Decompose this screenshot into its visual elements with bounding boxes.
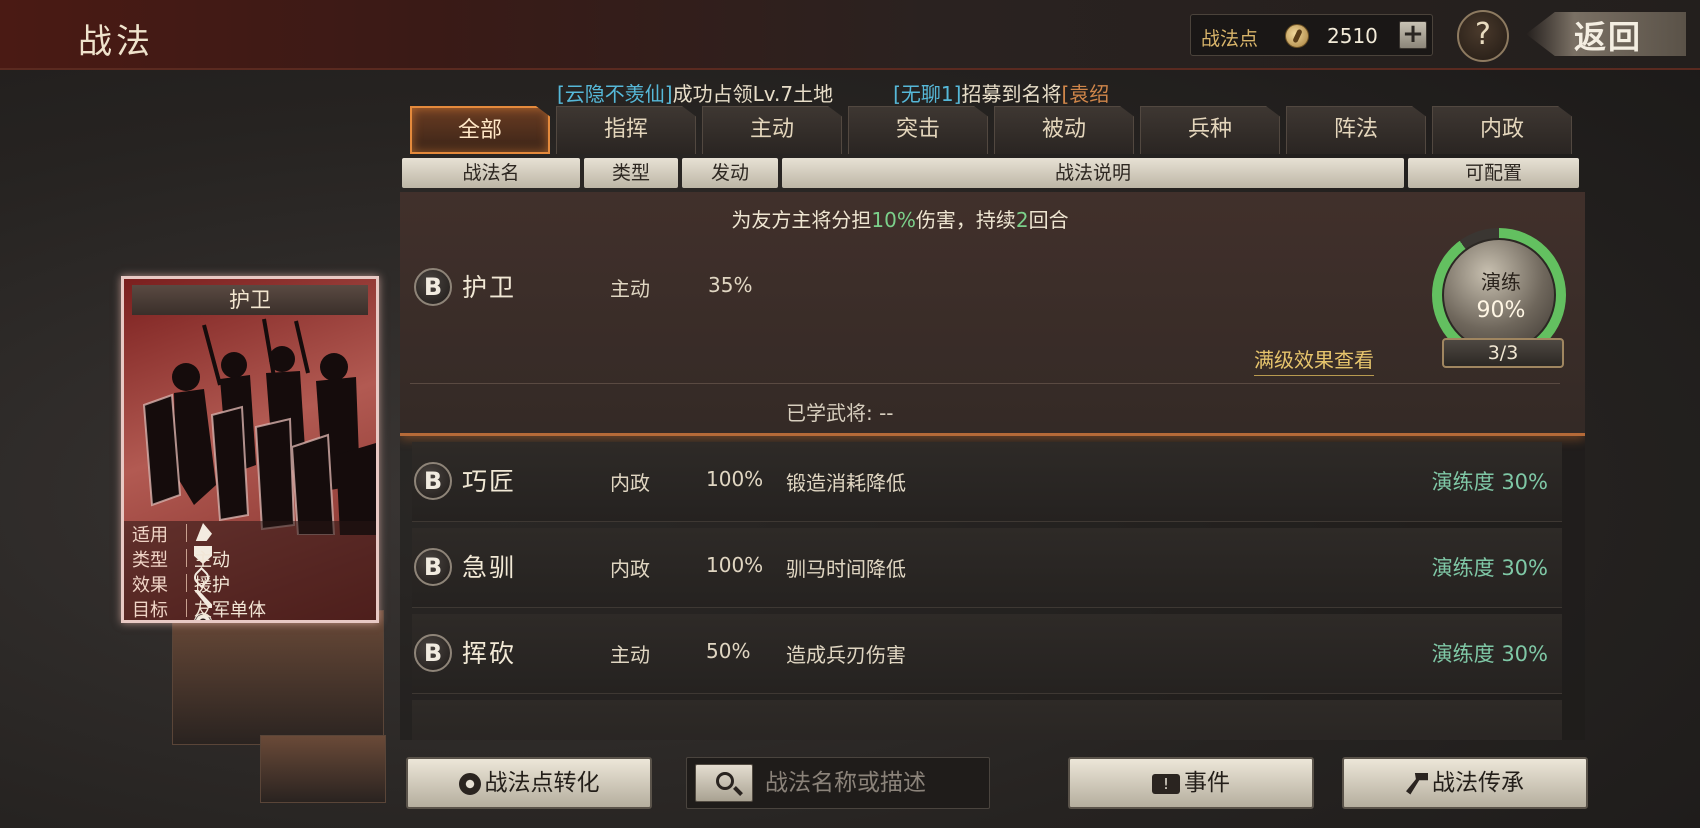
tactic-name: 急驯 (462, 553, 517, 582)
grade-badge: B (414, 268, 452, 306)
divider (410, 383, 1560, 384)
col-header-name[interactable]: 战法名 (402, 158, 580, 188)
tactic-points-label: 战法点 (1201, 28, 1259, 50)
card-type-val: 主动 (194, 550, 230, 571)
selected-type: 主动 (610, 277, 650, 301)
tactic-rate: 50% (706, 639, 751, 663)
card-effect-val: 援护 (194, 575, 230, 596)
col-header-desc: 战法说明 (782, 158, 1404, 188)
selected-tactic-row[interactable]: 为友方主将分担10%伤害，持续2回合 B 护卫 主动 35% 满级效果查看 演练… (400, 192, 1585, 436)
tab-command[interactable]: 指挥 (556, 106, 696, 154)
event-label: 事件 (1184, 770, 1230, 796)
broadcast-ticker: [云隐不羡仙]成功占领Lv.7土地 [无聊1]招募到名将[袁绍 (557, 78, 1109, 107)
learned-generals: 已学武将: -- (786, 401, 894, 425)
tactic-type: 主动 (610, 643, 650, 667)
card-target-val: 友军单体 (194, 600, 266, 621)
col-header-trigger[interactable]: 发动 (682, 158, 778, 188)
drill-percent: 90% (1476, 298, 1526, 323)
drill-label: 演练 (1481, 270, 1521, 294)
card-type-key: 类型 (132, 550, 168, 571)
tactic-list[interactable]: 为友方主将分担10%伤害，持续2回合 B 护卫 主动 35% 满级效果查看 演练… (400, 192, 1585, 740)
tactic-points-value: 2510 (1327, 24, 1378, 48)
ticker-general: [袁绍 (1061, 82, 1110, 106)
ticker-text-2: 招募到名将 (961, 82, 1062, 106)
inherit-button[interactable]: 战法传承 (1342, 757, 1588, 809)
drill-orb[interactable]: 演练 90% (1442, 238, 1556, 352)
card-title: 护卫 (132, 285, 368, 315)
tab-active[interactable]: 主动 (702, 106, 842, 154)
table-row[interactable]: B 巧匠 内政 100% 锻造消耗降低 演练度 30% (412, 442, 1562, 522)
convert-points-button[interactable]: 战法点转化 (406, 757, 652, 809)
ticker-text-1: 成功占领Lv.7土地 (672, 82, 834, 106)
ticker-player-2: [无聊1] (893, 82, 962, 106)
table-row[interactable]: B 急驯 内政 100% 驯马时间降低 演练度 30% (412, 528, 1562, 608)
card-effect-key: 效果 (132, 575, 168, 596)
proficiency: 演练度 30% (1431, 470, 1548, 494)
grade-badge: B (414, 548, 452, 586)
tactic-desc: 造成兵刃伤害 (786, 643, 906, 667)
col-header-type[interactable]: 类型 (584, 158, 678, 188)
search-input[interactable] (765, 766, 980, 800)
back-label[interactable]: 返回 (1574, 12, 1642, 58)
card-stack-back (260, 735, 386, 803)
selected-desc: 为友方主将分担10%伤害，持续2回合 (731, 208, 1069, 232)
coin-icon (458, 772, 481, 795)
card-info: 适用 类型 主动 效果 援护 目标 友军单体 (124, 521, 376, 621)
help-button[interactable]: ? (1457, 10, 1509, 62)
add-points-button[interactable]: + (1399, 21, 1427, 49)
grade-badge: B (414, 634, 452, 672)
tactic-rate: 100% (706, 467, 764, 491)
hammer-icon (1406, 772, 1428, 795)
card-stack-back (172, 610, 384, 745)
selected-rate: 35% (708, 273, 753, 297)
event-icon: ! (1152, 773, 1180, 794)
max-level-effect-link[interactable]: 满级效果查看 (1254, 344, 1374, 376)
proficiency: 演练度 30% (1431, 642, 1548, 666)
tab-assault[interactable]: 突击 (848, 106, 988, 154)
card-artwork (142, 318, 376, 535)
table-row[interactable] (412, 700, 1562, 740)
convert-points-label: 战法点转化 (484, 770, 600, 796)
col-header-config[interactable]: 可配置 (1408, 158, 1579, 188)
tactic-type: 内政 (610, 557, 650, 581)
card-target-key: 目标 (132, 600, 168, 621)
table-row[interactable]: B 挥砍 主动 50% 造成兵刃伤害 演练度 30% (412, 614, 1562, 694)
tactic-card: 护卫 适用 类型 主动 效果 援护 目标 友军单体 (121, 276, 379, 623)
tactic-desc: 驯马时间降低 (786, 557, 906, 581)
cavalry-icon (195, 523, 212, 541)
ticker-player-1: [云隐不羡仙] (557, 82, 673, 106)
inherit-label: 战法传承 (1432, 770, 1524, 796)
tactic-points-box: 战法点 2510 + (1190, 14, 1433, 56)
tactic-coin-icon (1285, 24, 1309, 48)
tab-troop[interactable]: 兵种 (1140, 106, 1280, 154)
grade-badge: B (414, 462, 452, 500)
page-title: 战法 (78, 22, 154, 62)
proficiency: 演练度 30% (1431, 556, 1548, 580)
tab-internal[interactable]: 内政 (1432, 106, 1572, 154)
card-apply-key: 适用 (132, 525, 168, 546)
search-icon (716, 772, 734, 790)
drill-count: 3/3 (1442, 338, 1564, 368)
tactic-rate: 100% (706, 553, 764, 577)
tactic-name: 巧匠 (462, 467, 517, 496)
search-box (686, 757, 990, 809)
tactic-name: 挥砍 (462, 639, 517, 668)
top-bar (0, 0, 1700, 70)
selected-name: 护卫 (462, 273, 517, 302)
tab-passive[interactable]: 被动 (994, 106, 1134, 154)
search-button[interactable] (695, 764, 753, 802)
tab-all[interactable]: 全部 (410, 106, 550, 154)
tactic-type: 内政 (610, 471, 650, 495)
tactic-desc: 锻造消耗降低 (786, 471, 906, 495)
tab-formation[interactable]: 阵法 (1286, 106, 1426, 154)
event-button[interactable]: ! 事件 (1068, 757, 1314, 809)
